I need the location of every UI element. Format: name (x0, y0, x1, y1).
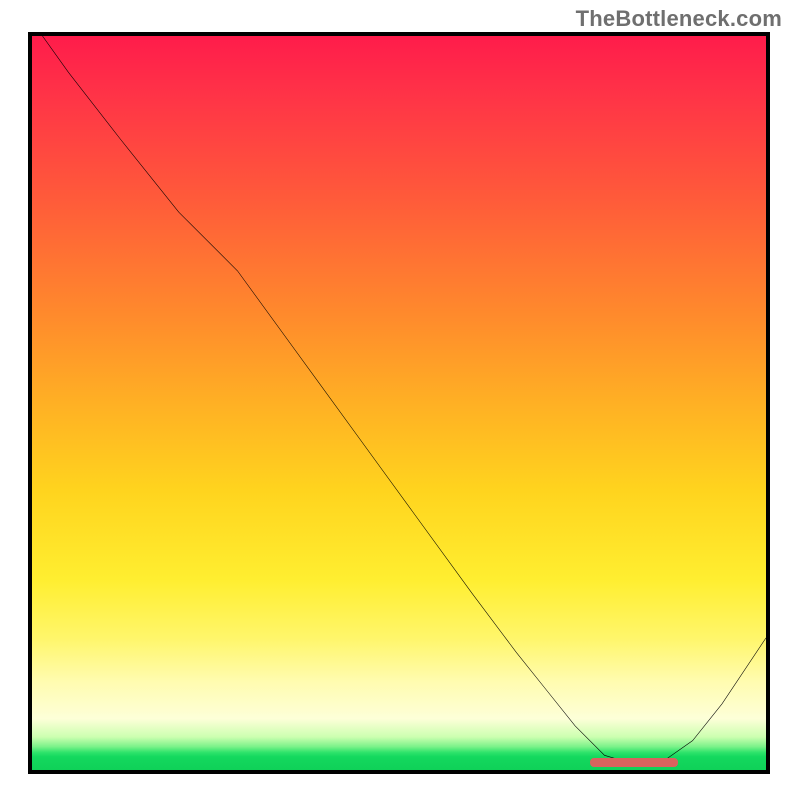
bottleneck-curve (32, 36, 766, 770)
chart-stage: TheBottleneck.com (0, 0, 800, 800)
optimal-range-marker (590, 758, 678, 767)
chart-plot-area (28, 32, 770, 774)
curve-path (32, 32, 766, 764)
watermark-text: TheBottleneck.com (576, 6, 782, 32)
